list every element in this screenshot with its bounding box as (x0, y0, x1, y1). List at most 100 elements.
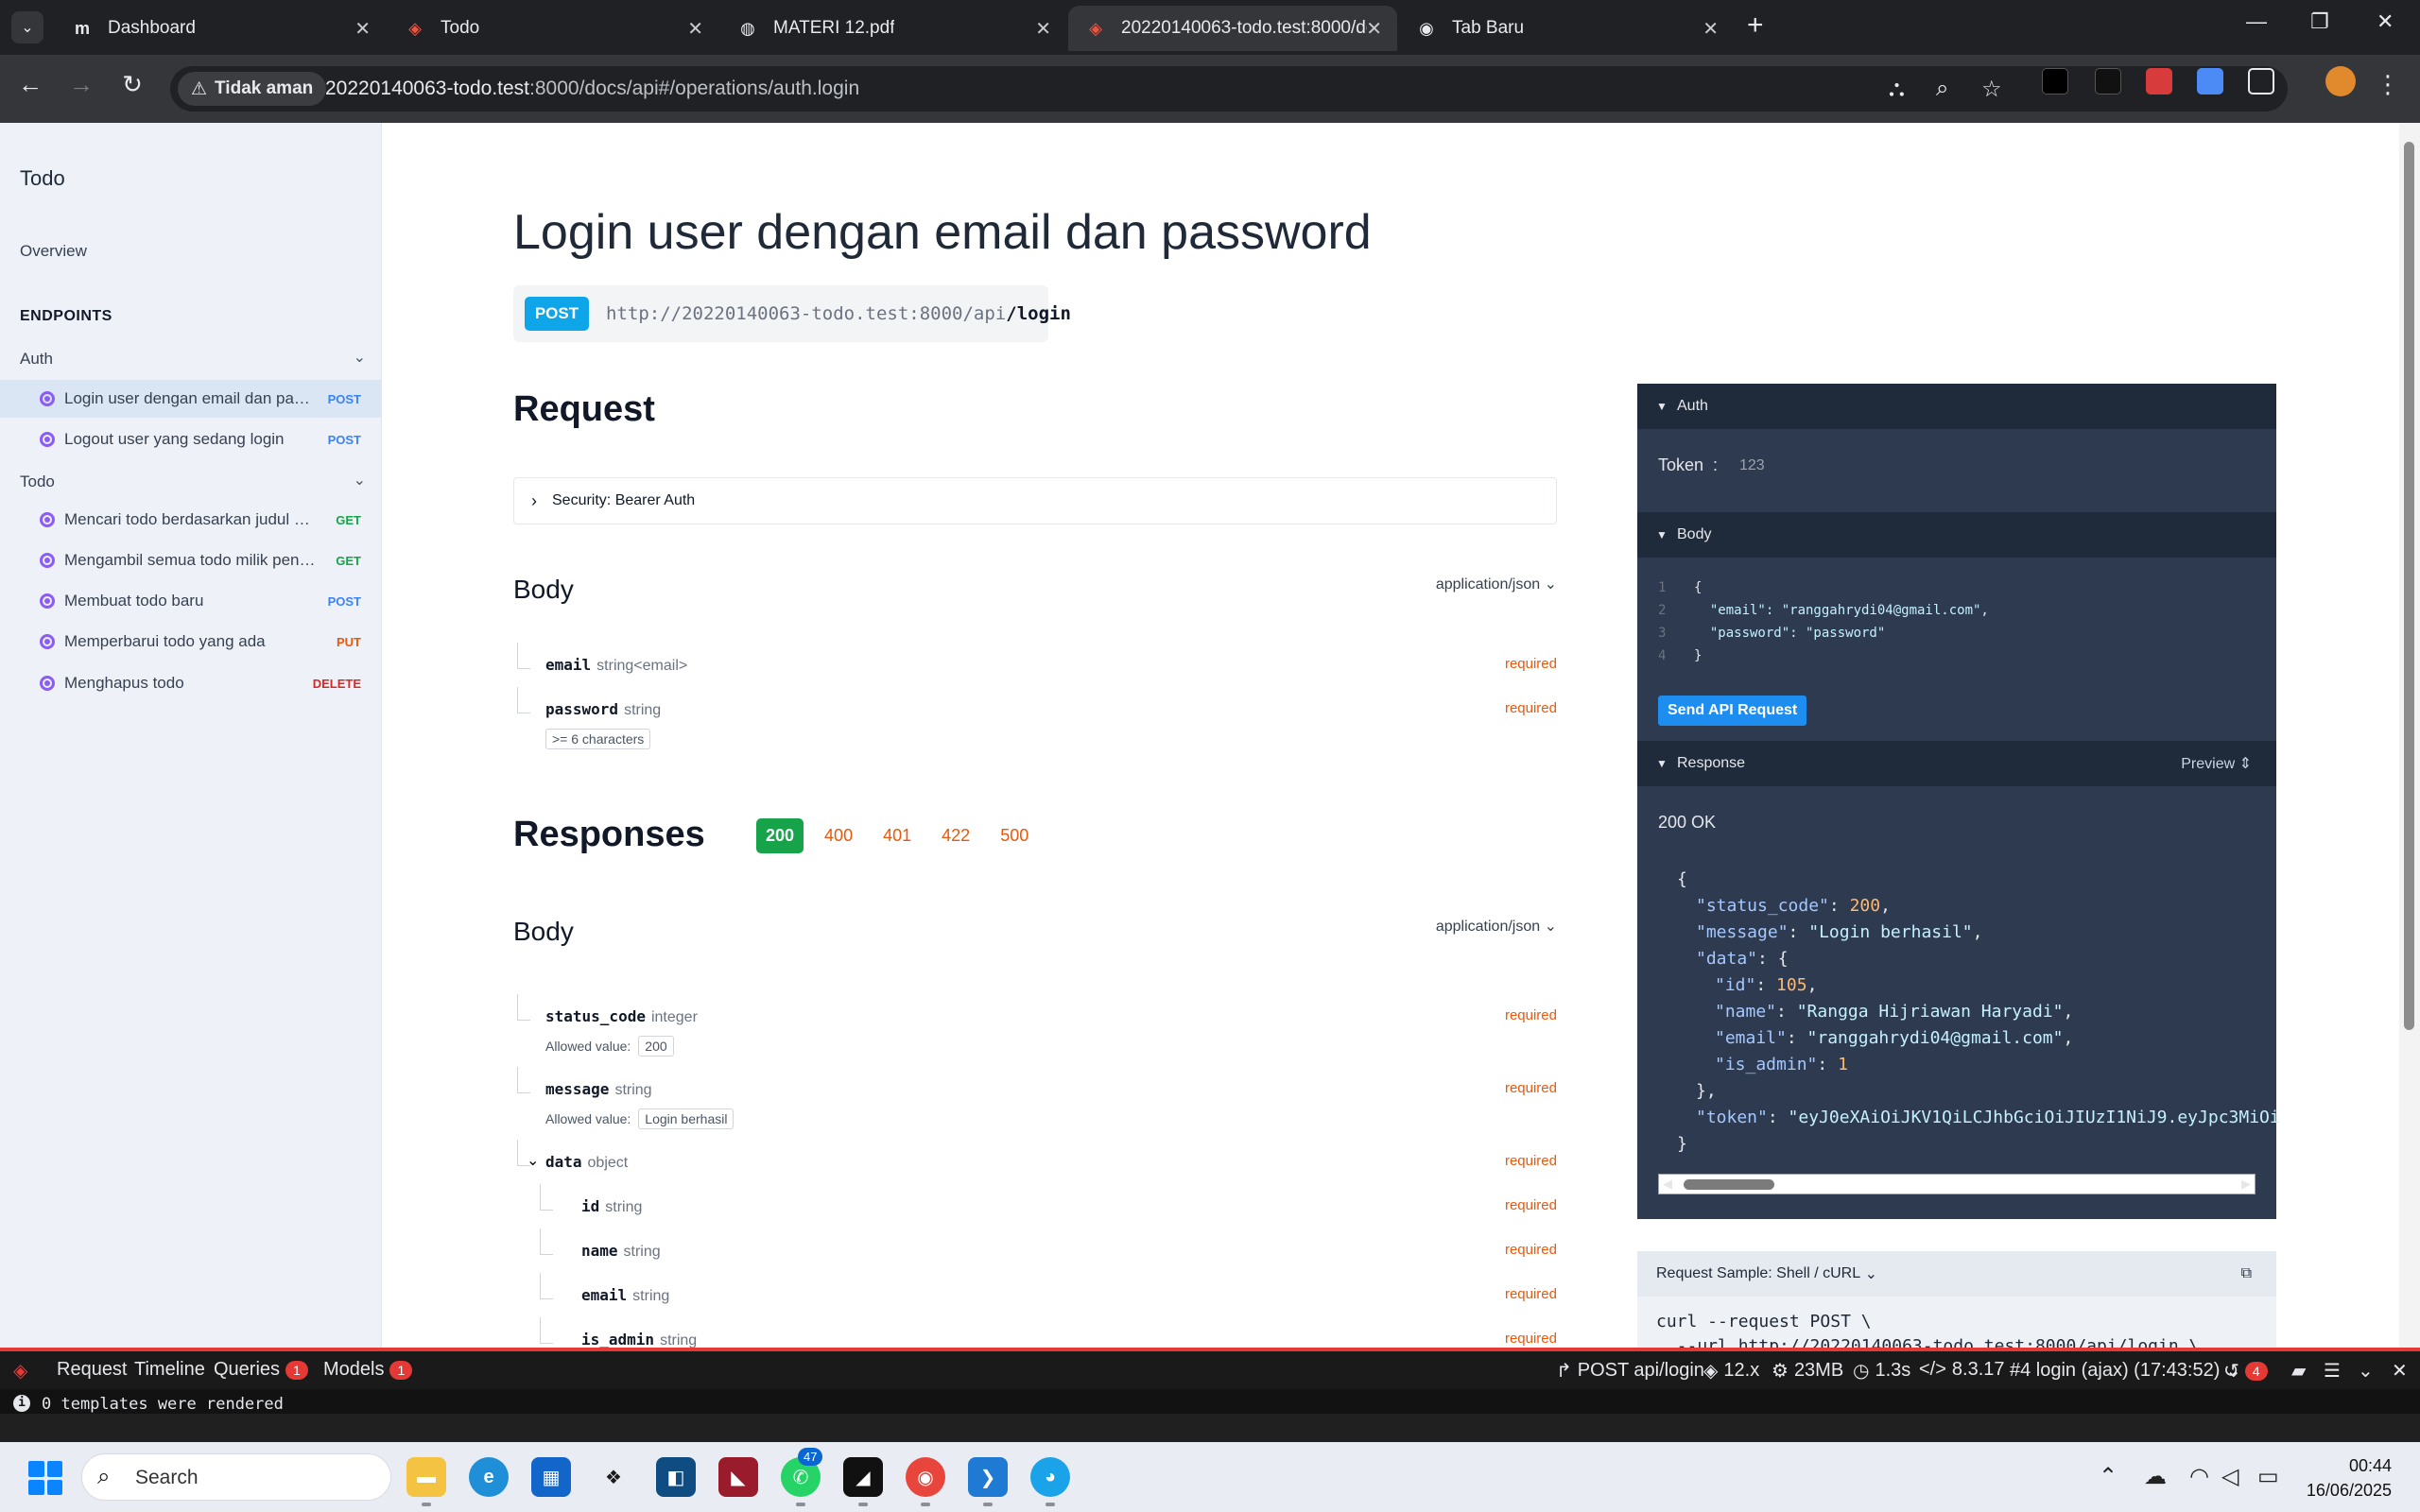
sidebar-item-search-todo[interactable]: Mencari todo berdasarkan judul atau desk… (0, 501, 382, 539)
sidebar-item-delete-todo[interactable]: Menghapus todo DELETE (0, 664, 382, 702)
required-label: required (1504, 1080, 1557, 1096)
content-type-select[interactable]: application/json ⌄ (1436, 917, 1557, 936)
status-tab-500[interactable]: 500 (991, 818, 1038, 853)
file-explorer-icon[interactable]: ▬ (406, 1457, 446, 1506)
count-badge: 4 (2244, 1361, 2268, 1381)
close-icon[interactable]: ✕ (687, 17, 703, 41)
back-icon[interactable]: ← (11, 70, 49, 99)
app-icon[interactable]: ◧ (656, 1457, 696, 1497)
sidebar-item-logout[interactable]: Logout user yang sedang login POST (0, 421, 382, 458)
zoom-icon[interactable]: ⌕ (1936, 76, 1948, 102)
sidebar-item-login[interactable]: Login user dengan email dan password POS… (0, 380, 382, 418)
restore-icon[interactable]: ❐ (2310, 9, 2329, 34)
tab-todo[interactable]: ◈ Todo ✕ (388, 6, 718, 51)
security-chip[interactable]: ⚠ Tidak aman (178, 72, 327, 106)
system-clock[interactable]: 00:44 16/06/2025 (2307, 1453, 2392, 1503)
scroll-right-icon[interactable]: ▶ (2241, 1177, 2251, 1192)
chevron-down-icon[interactable]: ⌄ (527, 1151, 539, 1170)
history-button[interactable]: ↺ 4 (2223, 1359, 2268, 1383)
request-select[interactable]: #4 login (ajax) (17:43:52) ⌄ (2010, 1359, 2241, 1383)
send-api-request-button[interactable]: Send API Request (1658, 696, 1807, 726)
store-icon[interactable]: ▦ (531, 1457, 571, 1497)
endpoint-url-box[interactable]: POST http://20220140063-todo.test:8000/a… (513, 285, 1071, 342)
status-tab-401[interactable]: 401 (873, 818, 921, 853)
folder-icon[interactable]: ▰ (2291, 1359, 2306, 1383)
volume-icon[interactable]: ◁ (2221, 1463, 2238, 1490)
laravel-icon[interactable]: ◈ (13, 1359, 27, 1383)
body-editor[interactable]: 1 2 3 4 { "email": "ranggahrydi04@gmail.… (1637, 558, 2276, 741)
sidebar-item-overview[interactable]: Overview (20, 242, 87, 261)
close-window-icon[interactable]: ✕ (2377, 9, 2394, 34)
laravel-icon: ◈ (1703, 1361, 1719, 1382)
sidebar-group-auth[interactable]: Auth ⌄ (20, 350, 366, 369)
response-section-header[interactable]: ▼ Response Preview ⇕ (1637, 741, 2276, 786)
auth-section-header[interactable]: ▼ Auth (1637, 384, 2276, 429)
body-section-header[interactable]: ▼ Body (1637, 512, 2276, 558)
battery-icon[interactable]: ▭ (2257, 1463, 2279, 1490)
close-icon[interactable]: ✕ (2392, 1359, 2408, 1383)
status-tab-422[interactable]: 422 (932, 818, 979, 853)
sidebar-title[interactable]: Todo (20, 166, 65, 191)
app-icon[interactable]: ◢ (843, 1457, 883, 1506)
sidebar-group-todo[interactable]: Todo ⌄ (20, 472, 366, 491)
debugbar-tab-request[interactable]: Request (57, 1359, 128, 1381)
dropbox-icon[interactable]: ❖ (594, 1457, 633, 1497)
page-scrollbar[interactable] (2399, 123, 2420, 1348)
app-icon[interactable]: ◕ (1030, 1457, 1070, 1506)
debugbar-tab-queries[interactable]: Queries 1 (214, 1359, 308, 1381)
sidebar-item-create-todo[interactable]: Membuat todo baru POST (0, 582, 382, 620)
horizontal-scrollbar[interactable]: ◀ ▶ (1658, 1174, 2256, 1194)
windows-start-icon[interactable] (28, 1461, 62, 1495)
scroll-left-icon[interactable]: ◀ (1663, 1177, 1672, 1192)
address-bar[interactable]: ⚠ Tidak aman 20220140063-todo.test:8000/… (170, 66, 2288, 112)
security-disclosure[interactable]: › Security: Bearer Auth (513, 477, 1557, 524)
status-tab-400[interactable]: 400 (815, 818, 862, 853)
tab-new[interactable]: ◉ Tab Baru ✕ (1399, 6, 1734, 51)
copy-icon[interactable]: ⧉ (2241, 1265, 2252, 1282)
close-icon[interactable]: ✕ (1366, 17, 1382, 41)
menu-kebab-icon[interactable]: ⋮ (2369, 70, 2407, 99)
chevron-up-icon[interactable]: ⌃ (2099, 1463, 2118, 1490)
extension-icon[interactable] (2197, 68, 2223, 94)
forward-icon[interactable]: → (62, 70, 100, 99)
scrollbar-thumb[interactable] (1684, 1179, 1774, 1190)
debugbar-tab-models[interactable]: Models 1 (323, 1359, 413, 1381)
tab-api-docs[interactable]: ◈ 20220140063-todo.test:8000/docs ✕ (1068, 6, 1397, 51)
new-tab-button[interactable]: + (1747, 9, 1764, 42)
content-type-select[interactable]: application/json ⌄ (1436, 575, 1557, 593)
tab-dashboard[interactable]: m Dashboard ✕ (55, 6, 386, 51)
tab-search-button[interactable]: ⌄ (11, 11, 43, 43)
preview-select[interactable]: Preview ⇕ (2181, 754, 2252, 773)
token-input[interactable]: 123 (1739, 457, 1765, 474)
close-icon[interactable]: ✕ (1035, 17, 1051, 41)
url-text[interactable]: 20220140063-todo.test:8000/docs/api#/ope… (325, 77, 859, 100)
tree-line (517, 687, 530, 713)
translate-icon[interactable]: ⛬ (1889, 76, 1905, 102)
extension-icon[interactable] (2095, 68, 2121, 94)
bookmark-star-icon[interactable]: ☆ (1981, 76, 2002, 103)
taskbar-search[interactable]: ⌕ Search (81, 1453, 391, 1501)
edge-icon[interactable]: e (469, 1457, 509, 1497)
reload-icon[interactable]: ↻ (113, 70, 151, 99)
minimize-icon[interactable]: — (2246, 9, 2267, 34)
tab-materi-pdf[interactable]: ◍ MATERI 12.pdf ✕ (720, 6, 1066, 51)
sidebar-item-list-todos[interactable]: Mengambil semua todo milik pengguna GET (0, 541, 382, 579)
close-icon[interactable]: ✕ (1703, 17, 1719, 41)
scrollbar-thumb[interactable] (2404, 142, 2414, 1030)
app-icon[interactable]: ◣ (718, 1457, 758, 1497)
chrome-icon[interactable]: ◉ (906, 1457, 945, 1506)
extension-icon[interactable] (2042, 68, 2068, 94)
debugbar-tab-timeline[interactable]: Timeline (134, 1359, 205, 1381)
wifi-icon[interactable]: ◠ (2189, 1463, 2209, 1490)
extensions-puzzle-icon[interactable] (2248, 68, 2274, 94)
cloud-icon[interactable]: ☁ (2144, 1463, 2167, 1490)
avatar[interactable] (2325, 66, 2356, 96)
request-sample-header[interactable]: Request Sample: Shell / cURL ⌄ ⧉ (1637, 1251, 2276, 1297)
status-tab-200[interactable]: 200 (756, 818, 804, 853)
vscode-icon[interactable]: ❯ (968, 1457, 1008, 1506)
minimize-chevron-icon[interactable]: ⌄ (2358, 1359, 2374, 1383)
settings-icon[interactable]: ☰ (2324, 1359, 2341, 1383)
extension-icon[interactable] (2146, 68, 2172, 94)
sidebar-item-update-todo[interactable]: Memperbarui todo yang ada PUT (0, 623, 382, 661)
close-icon[interactable]: ✕ (354, 17, 371, 41)
